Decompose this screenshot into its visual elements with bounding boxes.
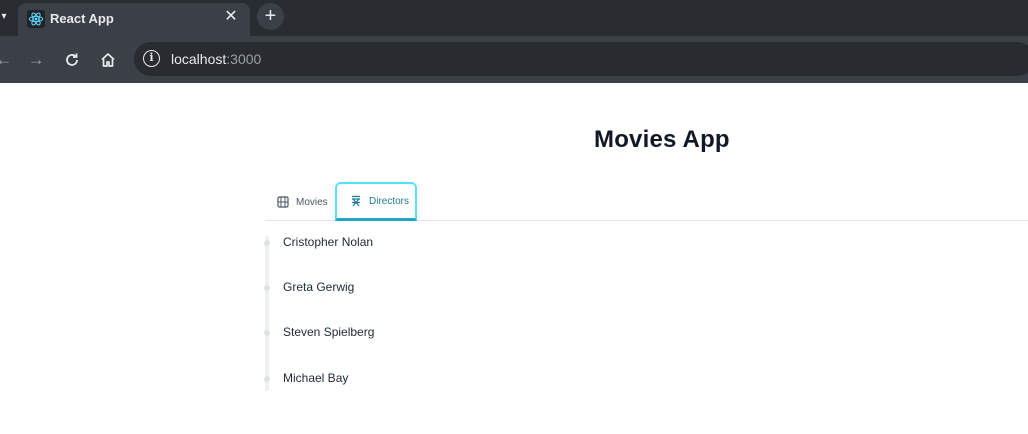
director-name: Steven Spielberg bbox=[283, 325, 375, 339]
forward-icon[interactable]: → bbox=[24, 48, 48, 72]
timeline-dot bbox=[264, 376, 270, 382]
tab-movies[interactable]: Movies bbox=[277, 183, 328, 221]
home-icon[interactable] bbox=[96, 48, 120, 72]
page-title: Movies App bbox=[594, 126, 730, 153]
director-name: Cristopher Nolan bbox=[283, 235, 374, 249]
react-logo-icon bbox=[27, 10, 45, 28]
url-host: localhost bbox=[171, 51, 227, 67]
film-icon bbox=[277, 196, 289, 208]
browser-tab-title: React App bbox=[50, 11, 114, 26]
timeline-line bbox=[265, 236, 269, 391]
page-content: Movies App Movies Directors Cristopher N… bbox=[0, 83, 1028, 434]
address-bar[interactable]: i localhost:3000 bbox=[134, 42, 1028, 76]
tab-directors[interactable]: Directors bbox=[335, 182, 417, 221]
site-info-icon[interactable]: i bbox=[143, 50, 160, 67]
new-tab-button[interactable]: + bbox=[257, 3, 284, 30]
tab-movies-label: Movies bbox=[296, 196, 328, 208]
url-text[interactable]: localhost:3000 bbox=[171, 51, 261, 67]
reload-icon[interactable] bbox=[60, 48, 84, 72]
tab-list: Movies Directors bbox=[265, 182, 1028, 221]
browser-toolbar: ← → i localhost:3000 bbox=[0, 36, 1028, 83]
url-port: :3000 bbox=[226, 51, 262, 67]
timeline-dot bbox=[264, 240, 270, 246]
timeline-dot bbox=[264, 330, 270, 336]
director-chair-icon bbox=[352, 195, 360, 207]
browser-tab[interactable]: React App ✕ bbox=[18, 3, 250, 36]
browser-tab-strip: ▾ React App ✕ + bbox=[0, 0, 1028, 36]
director-name: Greta Gerwig bbox=[283, 280, 355, 294]
close-tab-icon[interactable]: ✕ bbox=[222, 8, 240, 26]
back-icon[interactable]: ← bbox=[0, 48, 16, 72]
timeline-dot bbox=[264, 285, 270, 291]
director-name: Michael Bay bbox=[283, 371, 349, 385]
tab-directors-label: Directors bbox=[369, 195, 410, 207]
tab-search-chevron-icon[interactable]: ▾ bbox=[0, 6, 14, 26]
